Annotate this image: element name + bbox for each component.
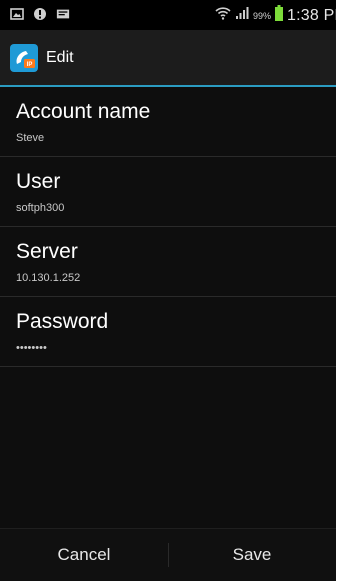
status-bar: 99% 1:38 PM (0, 0, 336, 30)
field-account-name[interactable]: Account name Steve (0, 87, 336, 157)
action-bar: IP Edit (0, 30, 336, 85)
field-value: softph300 (16, 202, 65, 214)
field-label: Password (16, 310, 109, 333)
field-value: •••••••• (16, 342, 47, 354)
field-value: 10.130.1.252 (16, 272, 81, 284)
voicemail-icon (56, 7, 70, 21)
field-label: Account name (16, 100, 151, 123)
signal-icon (235, 6, 249, 25)
cancel-button[interactable]: Cancel (0, 529, 168, 581)
field-password[interactable]: Password •••••••• (0, 297, 336, 367)
field-server[interactable]: Server 10.130.1.252 (0, 227, 336, 297)
svg-text:IP: IP (27, 62, 33, 68)
status-left-icons (10, 7, 70, 21)
account-settings-list: Account name Steve User softph300 Server… (0, 87, 336, 367)
field-value: Steve (16, 132, 45, 144)
status-right: 99% 1:38 PM (215, 5, 336, 26)
field-user[interactable]: User softph300 (0, 157, 336, 227)
field-label: User (16, 170, 61, 193)
button-bar: Cancel Save (0, 528, 336, 581)
phone-screen: 99% 1:38 PM IP Edit Account name Steve U… (0, 0, 336, 581)
phone-ip-icon[interactable]: IP (10, 44, 38, 72)
notification-icon (33, 7, 47, 21)
page-title: Edit (46, 49, 74, 66)
field-label: Server (16, 240, 78, 263)
clock: 1:38 PM (287, 6, 336, 24)
wifi-icon (215, 6, 231, 25)
battery-percent: 99% (252, 10, 271, 21)
battery-icon (275, 5, 283, 26)
picture-icon (10, 7, 24, 21)
save-button[interactable]: Save (168, 529, 336, 581)
